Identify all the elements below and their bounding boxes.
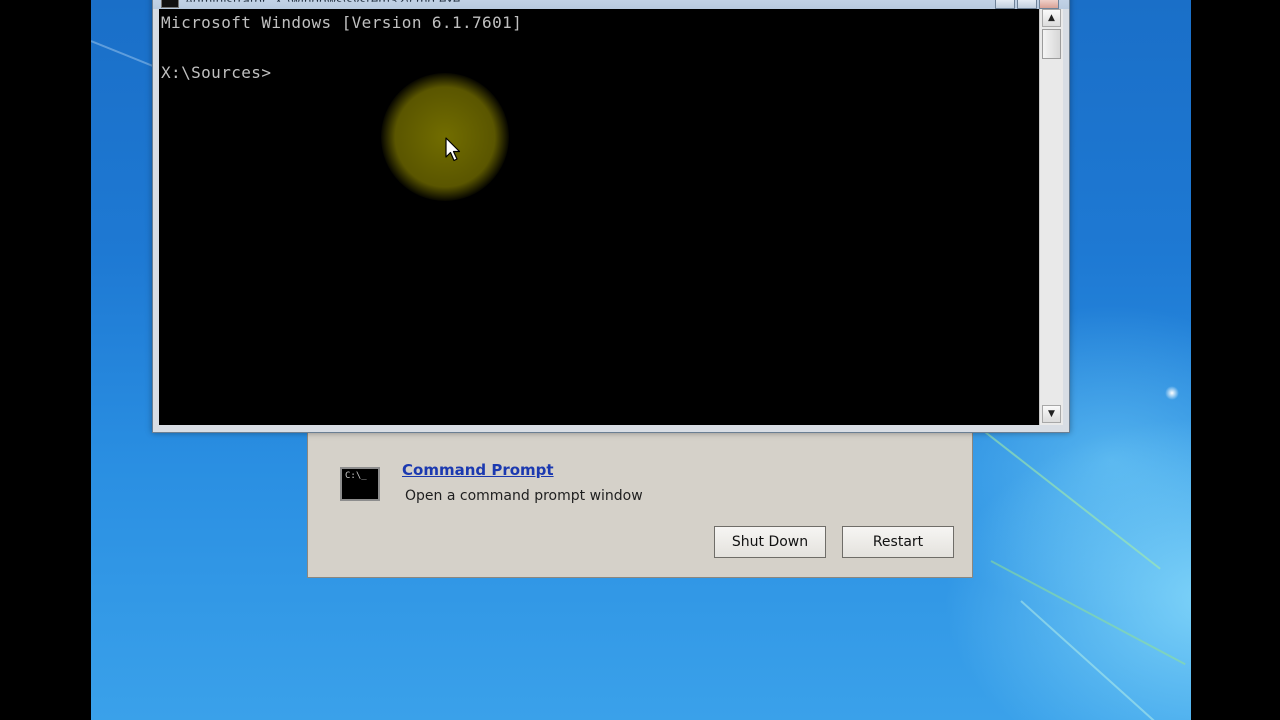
- wallpaper-glint: [1165, 386, 1179, 400]
- screen: C:\_ Command Prompt Open a command promp…: [0, 0, 1280, 720]
- desktop-wallpaper: C:\_ Command Prompt Open a command promp…: [91, 0, 1191, 720]
- wallpaper-streak: [990, 560, 1186, 666]
- command-prompt-icon[interactable]: C:\_: [340, 467, 380, 501]
- wallpaper-streak: [1020, 600, 1171, 720]
- command-prompt-description: Open a command prompt window: [405, 488, 643, 504]
- cmd-console-icon: [161, 0, 179, 8]
- window-titlebar[interactable]: Administrator: X:\windows\system32\cmd.e…: [153, 0, 1069, 9]
- scroll-down-icon[interactable]: ▼: [1042, 405, 1061, 423]
- arrow-pointer-icon: [445, 137, 461, 162]
- maximize-button[interactable]: [1017, 0, 1037, 9]
- scroll-up-icon[interactable]: ▲: [1042, 9, 1061, 27]
- window-title: Administrator: X:\windows\system32\cmd.e…: [185, 0, 461, 8]
- console-prompt-line: X:\Sources>: [161, 63, 272, 82]
- restart-button[interactable]: Restart: [842, 526, 954, 558]
- console-output[interactable]: Microsoft Windows [Version 6.1.7601] X:\…: [159, 9, 1039, 425]
- command-prompt-window[interactable]: Administrator: X:\windows\system32\cmd.e…: [152, 0, 1070, 433]
- command-prompt-link[interactable]: Command Prompt: [402, 461, 554, 479]
- close-button[interactable]: [1039, 0, 1059, 9]
- shut-down-button[interactable]: Shut Down: [714, 526, 826, 558]
- scroll-thumb[interactable]: [1042, 29, 1061, 59]
- console-version-line: Microsoft Windows [Version 6.1.7601]: [161, 13, 523, 32]
- vertical-scrollbar[interactable]: ▲ ▼: [1039, 9, 1063, 425]
- wallpaper-streak: [970, 420, 1161, 570]
- minimize-button[interactable]: [995, 0, 1015, 9]
- system-recovery-dialog: C:\_ Command Prompt Open a command promp…: [307, 422, 973, 578]
